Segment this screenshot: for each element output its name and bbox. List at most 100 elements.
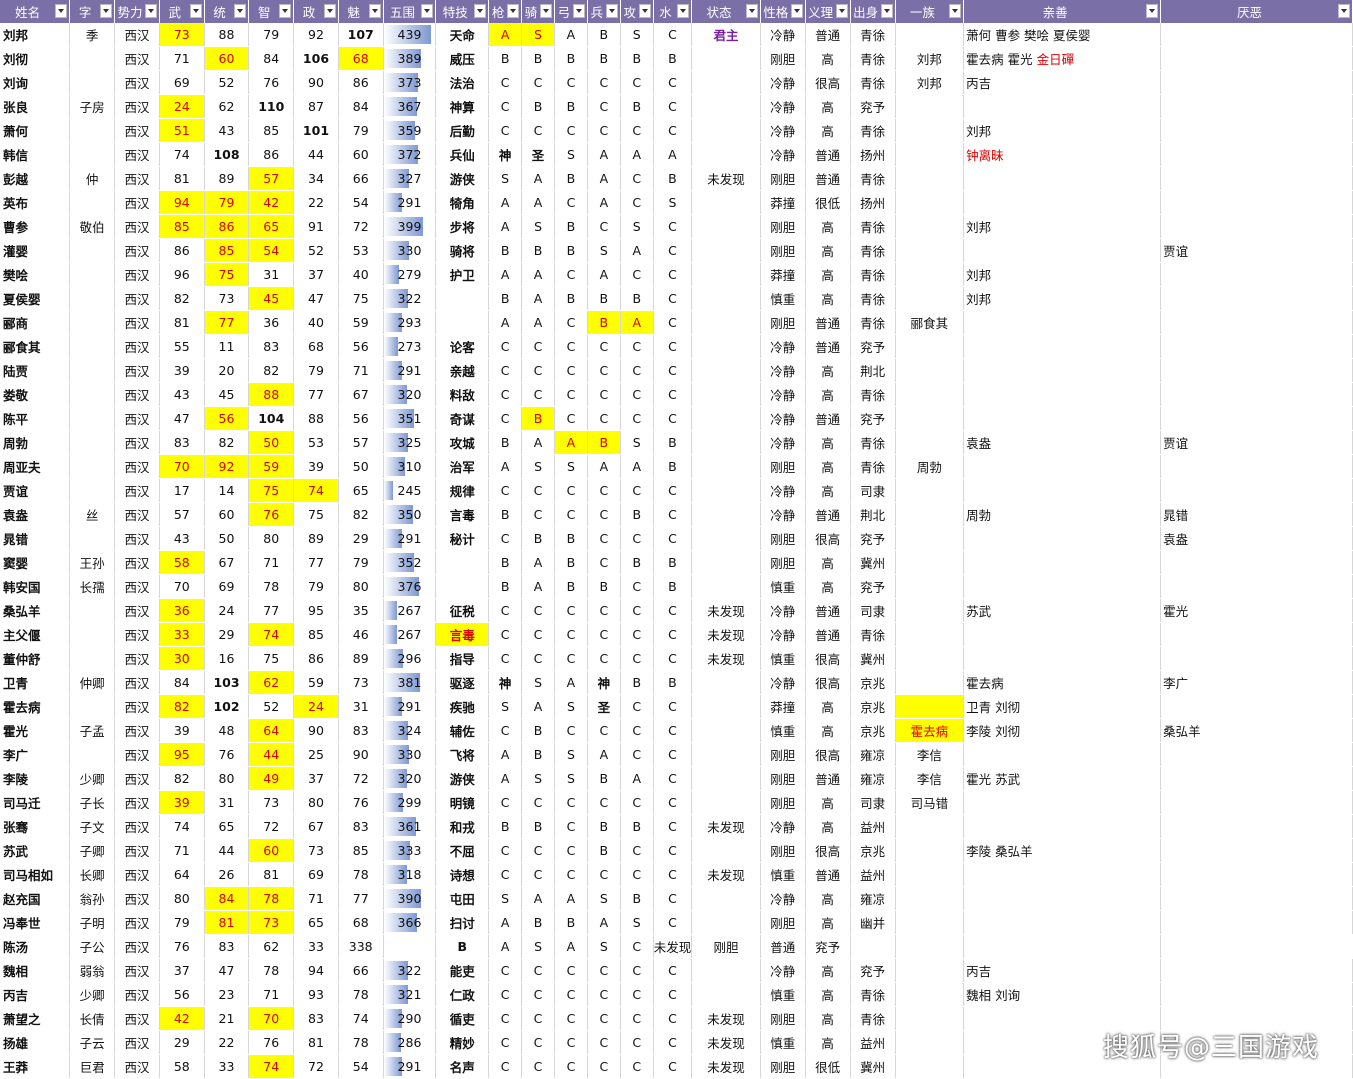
table-cell[interactable]: 西汉 [114, 694, 160, 719]
table-cell[interactable]: A [587, 910, 621, 935]
table-cell[interactable]: 16 [204, 646, 250, 671]
table-cell[interactable]: 青徐 [850, 622, 896, 647]
table-cell[interactable]: C [587, 334, 621, 359]
table-cell[interactable]: 游侠 [435, 166, 490, 191]
table-cell[interactable]: 94 [159, 190, 205, 215]
table-cell[interactable]: 43 [204, 118, 250, 143]
table-cell[interactable]: 青徐 [850, 310, 896, 335]
table-cell[interactable]: 286 [383, 1030, 437, 1055]
table-cell[interactable] [963, 934, 1162, 959]
table-cell[interactable]: C [521, 598, 555, 623]
table-cell[interactable]: 冷静 [760, 814, 806, 839]
table-cell[interactable]: 高 [805, 454, 851, 479]
table-cell[interactable]: 青徐 [850, 70, 896, 95]
table-cell[interactable]: 言毒 [435, 502, 490, 527]
table-cell[interactable]: 73 [248, 790, 295, 815]
table-cell[interactable]: 47 [293, 286, 339, 311]
table-cell[interactable]: C [521, 862, 555, 887]
table-cell[interactable]: B [521, 238, 555, 263]
table-cell[interactable] [691, 262, 761, 287]
filter-dropdown-icon[interactable] [949, 4, 962, 18]
table-cell[interactable]: C [653, 862, 693, 887]
table-cell[interactable] [691, 526, 761, 551]
table-cell[interactable]: 高 [805, 958, 851, 983]
table-cell[interactable]: 82 [159, 286, 205, 311]
table-cell[interactable]: 刚胆 [760, 1006, 806, 1031]
table-cell[interactable]: 兖予 [850, 334, 896, 359]
table-cell[interactable]: C [653, 982, 693, 1007]
table-cell[interactable] [895, 190, 965, 215]
table-cell[interactable]: C [653, 478, 693, 503]
table-cell[interactable]: 78 [248, 886, 295, 911]
table-cell[interactable]: 袁盎 [0, 502, 71, 527]
table-cell[interactable] [69, 310, 115, 335]
table-cell[interactable]: 77 [204, 310, 250, 335]
table-cell[interactable]: C [587, 358, 621, 383]
table-cell[interactable] [1160, 382, 1353, 407]
table-cell[interactable]: B [587, 286, 621, 311]
table-cell[interactable]: 72 [338, 766, 384, 791]
table-cell[interactable]: C [554, 310, 588, 335]
table-cell[interactable] [895, 598, 965, 623]
table-cell[interactable]: 晁错 [1160, 502, 1353, 527]
table-cell[interactable]: 兖予 [850, 958, 896, 983]
table-cell[interactable] [895, 478, 965, 503]
table-cell[interactable]: B [554, 166, 588, 191]
table-cell[interactable]: 62 [248, 670, 295, 695]
table-cell[interactable]: 22 [204, 1030, 250, 1055]
table-cell[interactable]: 310 [383, 454, 437, 479]
table-cell[interactable]: 陆贾 [0, 358, 71, 383]
table-cell[interactable]: 刚胆 [760, 454, 806, 479]
table-cell[interactable] [1160, 166, 1353, 191]
table-cell[interactable]: 43 [159, 526, 205, 551]
table-cell[interactable] [963, 190, 1162, 215]
table-cell[interactable] [691, 838, 761, 863]
table-cell[interactable]: 西汉 [114, 646, 160, 671]
table-cell[interactable]: 87 [293, 94, 339, 119]
table-cell[interactable]: C [587, 598, 621, 623]
table-cell[interactable]: C [587, 502, 621, 527]
table-cell[interactable]: 37 [293, 766, 339, 791]
filter-dropdown-icon[interactable] [745, 4, 758, 18]
table-cell[interactable]: 冷静 [760, 118, 806, 143]
table-cell[interactable]: C [554, 598, 588, 623]
table-cell[interactable]: A [521, 166, 555, 191]
filter-dropdown-icon[interactable] [605, 4, 618, 18]
table-cell[interactable]: 冷静 [760, 958, 806, 983]
table-cell[interactable]: B [587, 430, 621, 455]
table-cell[interactable]: 82 [159, 766, 205, 791]
table-cell[interactable]: B [554, 94, 588, 119]
table-cell[interactable]: C [620, 622, 654, 647]
table-cell[interactable]: 雍凉 [850, 886, 896, 911]
table-cell[interactable]: 95 [159, 742, 205, 767]
table-cell[interactable] [691, 382, 761, 407]
table-cell[interactable]: 367 [383, 94, 437, 119]
table-cell[interactable]: A [521, 190, 555, 215]
table-cell[interactable]: 屯田 [435, 886, 490, 911]
table-cell[interactable]: B [653, 550, 693, 575]
table-cell[interactable]: 322 [383, 958, 437, 983]
table-cell[interactable]: 料敌 [435, 382, 490, 407]
table-cell[interactable]: 普通 [805, 334, 851, 359]
table-cell[interactable]: 29 [338, 526, 384, 551]
table-cell[interactable]: 33 [204, 1054, 250, 1079]
table-cell[interactable]: 很高 [805, 646, 851, 671]
table-cell[interactable]: 92 [293, 23, 339, 47]
table-cell[interactable] [69, 382, 115, 407]
table-cell[interactable]: S [488, 166, 523, 191]
filter-dropdown-icon[interactable] [55, 4, 68, 18]
table-cell[interactable] [1160, 790, 1353, 815]
table-cell[interactable]: C [653, 310, 693, 335]
table-cell[interactable]: A [488, 742, 523, 767]
table-cell[interactable]: 50 [204, 526, 250, 551]
table-cell[interactable]: 299 [383, 790, 437, 815]
table-cell[interactable]: C [587, 70, 621, 95]
table-cell[interactable]: 74 [338, 1006, 384, 1031]
table-cell[interactable]: B [488, 502, 523, 527]
table-cell[interactable] [895, 262, 965, 287]
column-header[interactable]: 智 [248, 0, 295, 23]
table-cell[interactable] [691, 574, 761, 599]
table-cell[interactable]: A [488, 214, 523, 239]
table-cell[interactable]: 高 [805, 1006, 851, 1031]
table-cell[interactable]: 西汉 [114, 118, 160, 143]
